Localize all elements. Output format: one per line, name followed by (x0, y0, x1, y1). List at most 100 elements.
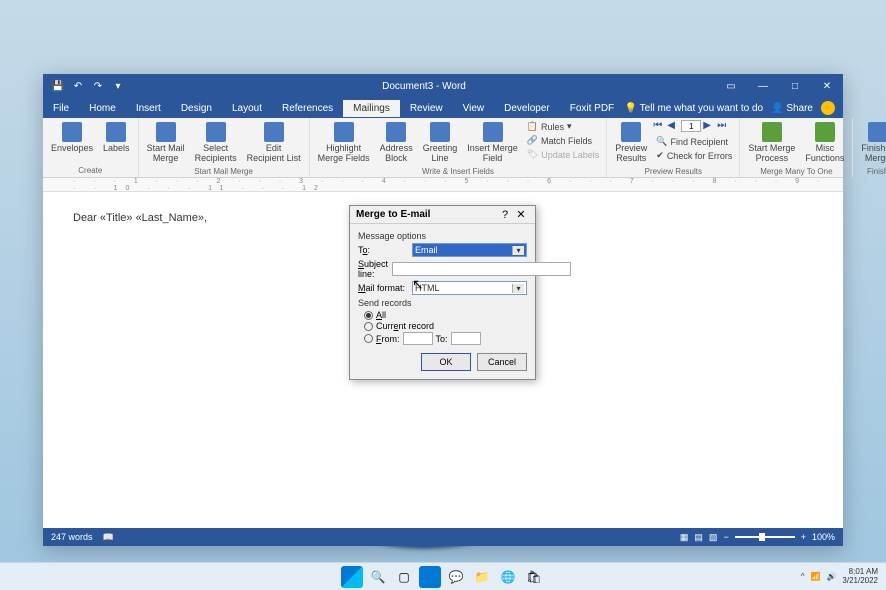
ribbon-group-create: Envelopes Labels Create (43, 118, 139, 177)
ribbon-group-write-insert: Highlight Merge Fields Address Block Gre… (310, 118, 608, 177)
address-block-button[interactable]: Address Block (376, 120, 417, 166)
search-icon[interactable]: 🔍 (367, 566, 389, 588)
to-input[interactable] (451, 332, 481, 345)
clock[interactable]: 8:01 AM 3/21/2022 (842, 568, 878, 586)
tab-layout[interactable]: Layout (222, 100, 272, 117)
first-record-icon[interactable]: ⏮ (653, 120, 665, 132)
record-number-input[interactable] (681, 120, 701, 132)
taskbar: 🔍 ▢ 💬 📁 🌐 🛍 ^ 📶 🔊 8:01 AM 3/21/2022 (0, 562, 886, 590)
zoom-in-button[interactable]: + (801, 532, 806, 542)
dialog-titlebar[interactable]: Merge to E-mail ? ✕ (350, 206, 535, 224)
task-view-icon[interactable]: ▢ (393, 566, 415, 588)
tab-design[interactable]: Design (171, 100, 222, 117)
ribbon: Envelopes Labels Create Start Mail Merge… (43, 118, 843, 178)
minimize-button[interactable]: — (747, 74, 779, 98)
to-label: To: (358, 245, 408, 255)
to-select[interactable]: Email▾ (412, 243, 527, 257)
widgets-icon[interactable] (419, 566, 441, 588)
redo-icon[interactable]: ↷ (91, 79, 105, 93)
zoom-level[interactable]: 100% (812, 532, 835, 542)
radio-current[interactable]: Current record (364, 321, 527, 331)
tab-foxit[interactable]: Foxit PDF (560, 100, 624, 117)
dialog-close-button[interactable]: ✕ (513, 208, 529, 221)
ribbon-group-preview: Preview Results ⏮ ◀ ▶ ⏭ 🔍 Find Recipient… (607, 118, 740, 177)
envelopes-button[interactable]: Envelopes (47, 120, 97, 156)
explorer-icon[interactable]: 📁 (471, 566, 493, 588)
qat-dropdown-icon[interactable]: ▾ (111, 79, 125, 93)
last-record-icon[interactable]: ⏭ (717, 120, 729, 132)
view-web-icon[interactable]: ▧ (709, 532, 718, 543)
close-button[interactable]: ✕ (811, 74, 843, 98)
radio-icon (364, 322, 373, 331)
ribbon-options-icon[interactable]: ▭ (715, 74, 747, 98)
start-mail-merge-button[interactable]: Start Mail Merge (143, 120, 189, 166)
subject-input[interactable] (392, 262, 571, 276)
tab-view[interactable]: View (453, 100, 495, 117)
next-record-icon[interactable]: ▶ (703, 120, 715, 132)
word-count[interactable]: 247 words (51, 532, 93, 542)
match-fields-button[interactable]: 🔗 Match Fields (524, 134, 602, 147)
menu-tabs: File Home Insert Design Layout Reference… (43, 98, 843, 118)
mail-format-select[interactable]: HTML▾ (412, 281, 527, 295)
tray-wifi-icon[interactable]: 📶 (810, 572, 820, 581)
update-labels-button[interactable]: 🏷 Update Labels (524, 148, 602, 161)
share-button[interactable]: 👤 Share (771, 103, 813, 114)
insert-merge-field-button[interactable]: Insert Merge Field (463, 120, 522, 166)
tab-developer[interactable]: Developer (494, 100, 560, 117)
ok-button[interactable]: OK (421, 353, 471, 371)
feedback-icon[interactable] (821, 101, 835, 115)
tab-review[interactable]: Review (400, 100, 453, 117)
start-merge-process-button[interactable]: Start Merge Process (744, 120, 799, 166)
greeting-icon (430, 122, 450, 142)
zoom-out-button[interactable]: − (723, 532, 728, 542)
edit-recipient-list-button[interactable]: Edit Recipient List (243, 120, 305, 166)
finish-merge-button[interactable]: Finish & Merge (857, 120, 886, 166)
tab-file[interactable]: File (43, 100, 79, 117)
undo-icon[interactable]: ↶ (71, 79, 85, 93)
finish-icon (868, 122, 886, 142)
tell-me[interactable]: 💡 Tell me what you want to do (625, 103, 763, 114)
radio-all[interactable]: All (364, 310, 527, 320)
prev-record-icon[interactable]: ◀ (667, 120, 679, 132)
radio-icon (364, 311, 373, 320)
spell-check-icon[interactable]: 📖 (103, 532, 114, 543)
misc-functions-button[interactable]: Misc Functions (801, 120, 848, 166)
merge-to-email-dialog: Merge to E-mail ? ✕ Message options To: … (349, 205, 536, 380)
chat-icon[interactable]: 💬 (445, 566, 467, 588)
check-errors-button[interactable]: ✔ Check for Errors (653, 149, 735, 162)
select-recipients-button[interactable]: Select Recipients (191, 120, 241, 166)
mail-merge-icon (156, 122, 176, 142)
start-button[interactable] (341, 566, 363, 588)
recipients-icon (206, 122, 226, 142)
highlight-fields-button[interactable]: Highlight Merge Fields (314, 120, 374, 166)
maximize-button[interactable]: □ (779, 74, 811, 98)
tab-insert[interactable]: Insert (126, 100, 171, 117)
labels-button[interactable]: Labels (99, 120, 134, 156)
radio-from[interactable]: From: To: (364, 332, 527, 345)
tab-mailings[interactable]: Mailings (343, 100, 400, 117)
dialog-help-button[interactable]: ? (497, 209, 513, 221)
edit-list-icon (264, 122, 284, 142)
store-icon[interactable]: 🛍 (523, 566, 545, 588)
titlebar: 💾 ↶ ↷ ▾ Document3 - Word ▭ — □ ✕ (43, 74, 843, 98)
ruler[interactable]: · · · 1 · · · 2 · · · 3 · · · 4 · · · 5 … (43, 178, 843, 192)
dialog-title: Merge to E-mail (356, 209, 497, 220)
tab-home[interactable]: Home (79, 100, 126, 117)
tray-volume-icon[interactable]: 🔊 (826, 572, 836, 581)
ribbon-group-start-merge: Start Mail Merge Select Recipients Edit … (139, 118, 310, 177)
zoom-slider[interactable] (735, 536, 795, 538)
rules-button[interactable]: 📋 Rules ▾ (524, 120, 602, 133)
cancel-button[interactable]: Cancel (477, 353, 527, 371)
find-recipient-button[interactable]: 🔍 Find Recipient (653, 135, 735, 148)
labels-icon (106, 122, 126, 142)
save-icon[interactable]: 💾 (51, 79, 65, 93)
greeting-line-button[interactable]: Greeting Line (419, 120, 462, 166)
from-input[interactable] (403, 332, 433, 345)
highlight-icon (334, 122, 354, 142)
edge-icon[interactable]: 🌐 (497, 566, 519, 588)
preview-results-button[interactable]: Preview Results (611, 120, 651, 166)
view-print-icon[interactable]: ▤ (694, 532, 703, 543)
view-read-icon[interactable]: ▦ (680, 532, 689, 543)
tray-chevron-icon[interactable]: ^ (801, 572, 805, 581)
tab-references[interactable]: References (272, 100, 343, 117)
